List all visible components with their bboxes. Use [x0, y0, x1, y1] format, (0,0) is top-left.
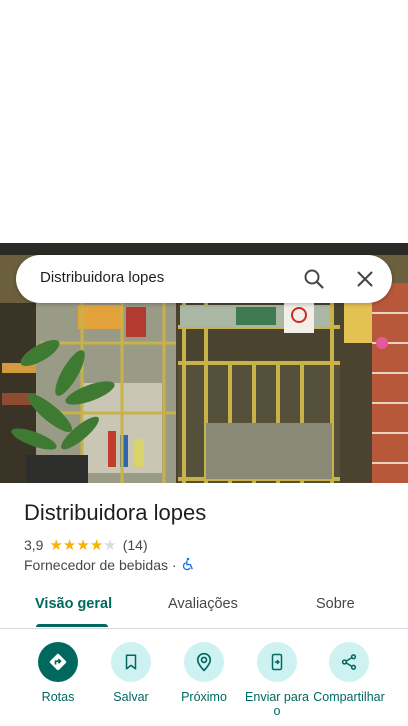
map-area-blank — [0, 0, 408, 243]
directions-label: Rotas — [41, 690, 75, 704]
active-tab-indicator — [36, 624, 108, 627]
search-icon[interactable] — [302, 267, 326, 291]
share-label: Compartilhar — [313, 690, 385, 704]
send-to-phone-label: Enviar para o — [245, 690, 309, 718]
share-button[interactable]: Compartilhar — [309, 640, 389, 704]
save-button[interactable]: Salvar — [91, 640, 171, 704]
save-label: Salvar — [113, 690, 149, 704]
bookmark-icon — [111, 642, 151, 682]
directions-icon — [38, 642, 78, 682]
rating-value: 3,9 — [24, 537, 44, 553]
star-icon: ★ — [89, 536, 104, 554]
star-empty-icon: ★ — [103, 536, 117, 554]
tab-overview[interactable]: Visão geral — [35, 596, 112, 612]
send-to-phone-icon — [257, 642, 297, 682]
close-icon[interactable] — [353, 267, 377, 291]
nearby-label: Próximo — [181, 690, 227, 704]
wheelchair-accessible-icon — [181, 557, 195, 574]
nearby-icon — [184, 642, 224, 682]
action-buttons: Rotas Salvar Próximo Enviar para o Compa… — [0, 640, 408, 726]
share-icon — [329, 642, 369, 682]
search-bar[interactable]: Distribuidora lopes — [16, 255, 392, 303]
tab-reviews[interactable]: Avaliações — [168, 596, 238, 612]
search-input[interactable]: Distribuidora lopes — [40, 269, 164, 286]
directions-button[interactable]: Rotas — [18, 640, 98, 704]
category-row: Fornecedor de bebidas · — [24, 556, 195, 574]
place-title: Distribuidora lopes — [24, 500, 207, 525]
review-count[interactable]: (14) — [123, 537, 148, 553]
separator: · — [172, 557, 177, 573]
tab-bar: Visão geral Avaliações Sobre — [0, 584, 408, 629]
place-category: Fornecedor de bebidas — [24, 557, 168, 573]
rating-stars: ★ ★ ★ ★ ★ — [49, 538, 116, 553]
send-to-phone-button[interactable]: Enviar para o — [237, 640, 317, 718]
star-icon: ★ — [62, 536, 77, 554]
star-icon: ★ — [76, 536, 90, 554]
star-icon: ★ — [49, 536, 63, 554]
tab-about[interactable]: Sobre — [316, 596, 355, 612]
rating-row[interactable]: 3,9 ★ ★ ★ ★ ★ (14) — [24, 536, 148, 554]
nearby-button[interactable]: Próximo — [164, 640, 244, 704]
